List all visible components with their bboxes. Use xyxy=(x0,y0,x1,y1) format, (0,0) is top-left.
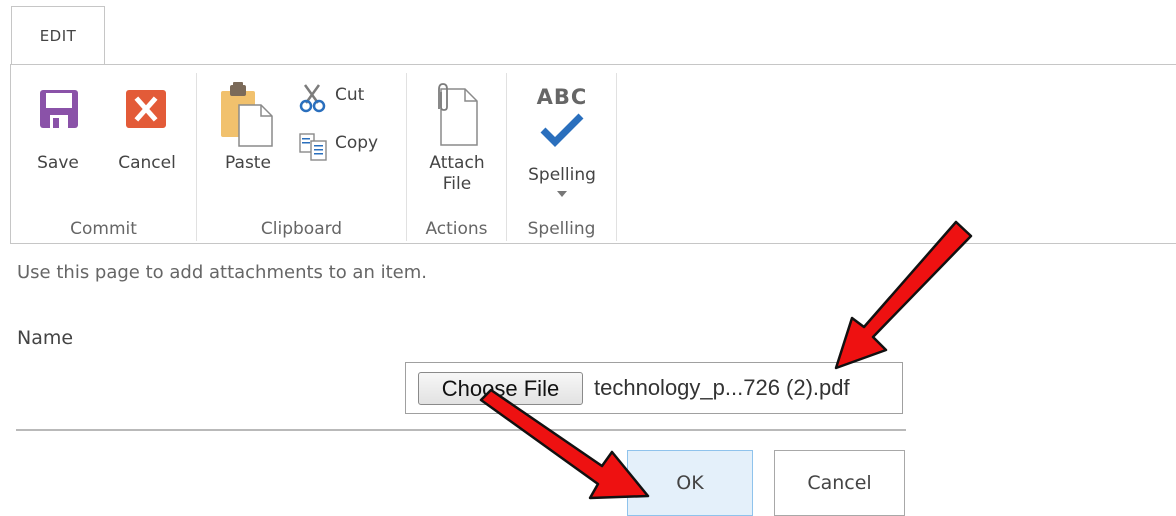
copy-label: Copy xyxy=(335,133,379,153)
tab-edit[interactable]: EDIT xyxy=(11,6,105,64)
actions-group-label: Actions xyxy=(425,219,488,239)
choose-file-button[interactable]: Choose File xyxy=(418,372,583,405)
cancel-label: Cancel xyxy=(118,153,176,173)
scissors-icon xyxy=(299,84,326,113)
copy-button[interactable]: Copy xyxy=(299,131,399,161)
ribbon-tab-bar: EDIT xyxy=(0,0,1176,66)
selected-file-name: technology_p...726 (2).pdf xyxy=(594,375,850,400)
ribbon: Save Cancel Commit Paste Cut Copy Clipbo… xyxy=(10,64,1176,244)
checkmark-icon xyxy=(540,113,584,147)
attach-file-icon xyxy=(438,83,478,146)
commit-group-label: Commit xyxy=(70,219,137,239)
tab-edit-label: EDIT xyxy=(39,26,77,45)
ribbon-group-spelling: ABC Spelling Spelling xyxy=(507,73,617,241)
intro-text: Use this page to add attachments to an i… xyxy=(17,262,427,283)
form-cancel-button[interactable]: Cancel xyxy=(774,450,905,516)
save-label: Save xyxy=(37,153,79,173)
attach-label-line1: Attach xyxy=(429,153,485,173)
paste-label: Paste xyxy=(225,153,271,173)
spelling-label: Spelling xyxy=(528,165,596,185)
name-label: Name xyxy=(17,327,74,349)
paste-icon xyxy=(221,82,273,147)
cut-label: Cut xyxy=(335,85,365,105)
save-icon xyxy=(40,90,78,128)
attach-file-button[interactable]: Attach File xyxy=(417,73,497,213)
form-divider xyxy=(16,429,906,431)
paste-button[interactable]: Paste xyxy=(211,73,285,203)
cancel-icon xyxy=(126,90,166,128)
spelling-button[interactable]: ABC Spelling xyxy=(515,73,609,213)
form-cancel-label: Cancel xyxy=(807,472,872,494)
spelling-group-label: Spelling xyxy=(527,219,596,239)
chevron-down-icon xyxy=(557,191,567,197)
file-input[interactable]: Choose File technology_p...726 (2).pdf xyxy=(405,362,903,414)
clipboard-group-label: Clipboard xyxy=(260,219,343,239)
ribbon-group-actions: Attach File Actions xyxy=(407,73,507,241)
save-button[interactable]: Save xyxy=(23,73,93,203)
attach-label-line2: File xyxy=(442,174,472,194)
ok-button[interactable]: OK xyxy=(627,450,753,516)
ribbon-group-clipboard: Paste Cut Copy Clipboard xyxy=(197,73,407,241)
copy-icon xyxy=(299,133,327,161)
ok-label: OK xyxy=(676,472,704,494)
ribbon-group-commit: Save Cancel Commit xyxy=(11,73,197,241)
choose-file-label: Choose File xyxy=(441,375,560,401)
cut-button[interactable]: Cut xyxy=(299,83,399,113)
cancel-button[interactable]: Cancel xyxy=(107,73,187,203)
abc-text: ABC xyxy=(536,85,588,109)
